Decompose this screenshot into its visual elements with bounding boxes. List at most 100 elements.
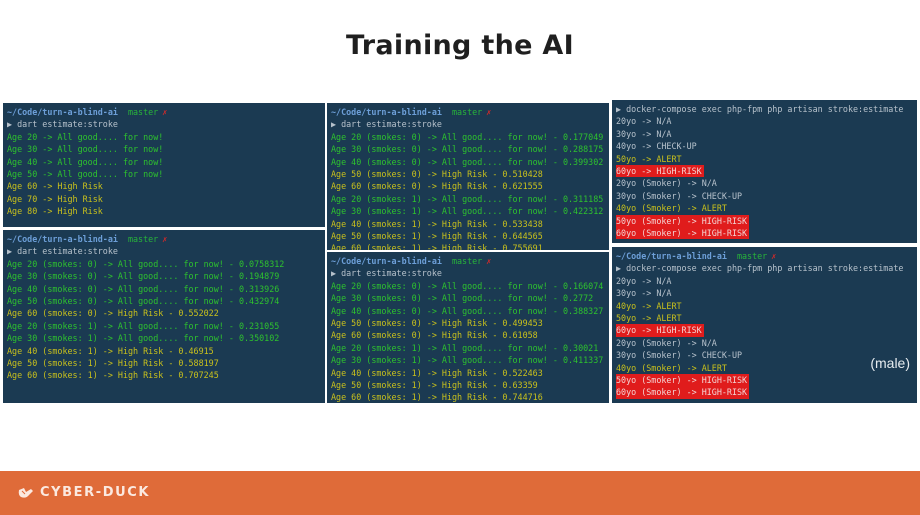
output-text-warning: 50yo -> ALERT: [616, 312, 682, 323]
output-line: Age 30 (smokes: 1) -> All good.... for n…: [7, 332, 321, 344]
terminal-command: ▶ dart estimate:stroke: [7, 246, 118, 257]
output-text-warning: Age 60 (smokes: 0) -> High Risk - 0.6215…: [331, 181, 543, 192]
brand-logo: CYBER-DUCK: [18, 485, 150, 500]
output-text-ok: Age 30 -> All good.... for now!: [7, 144, 164, 155]
output-text-info: 20yo -> N/A: [616, 116, 672, 127]
output-line: 20yo -> N/A: [616, 115, 913, 127]
output-text-warning: Age 50 (smokes: 1) -> High Risk - 0.5881…: [7, 357, 219, 368]
output-text-warning: Age 60 (smokes: 1) -> High Risk - 0.7447…: [331, 392, 543, 403]
output-text-warning: Age 60 (smokes: 0) -> High Risk - 0.5520…: [7, 308, 219, 319]
prompt-path: ~/Code/turn-a-blind-ai: [7, 234, 118, 244]
terminal-command: ▶ dart estimate:stroke: [7, 119, 118, 130]
output-line: Age 60 (smokes: 1) -> High Risk - 0.7447…: [331, 391, 605, 403]
output-line: Age 40 (smokes: 0) -> All good.... for n…: [331, 305, 605, 317]
output-text-ok: Age 40 (smokes: 0) -> All good.... for n…: [331, 305, 604, 316]
output-text-warning: Age 50 (smokes: 1) -> High Risk - 0.6445…: [331, 230, 543, 241]
terminal-command: ▶ dart estimate:stroke: [331, 268, 442, 279]
output-text-ok: Age 30 (smokes: 1) -> All good.... for n…: [7, 333, 280, 344]
output-text-high-risk: 50yo (Smoker) -> HIGH-RISK: [616, 214, 750, 227]
output-text-ok: Age 30 (smokes: 0) -> All good.... for n…: [331, 293, 594, 304]
output-line: Age 30 (smokes: 0) -> All good.... for n…: [7, 270, 321, 282]
duck-logo-icon: [18, 487, 33, 498]
output-line: 30yo -> N/A: [616, 287, 913, 299]
terminal-prompt: ~/Code/turn-a-blind-ai master ✗: [331, 106, 605, 118]
output-text-info: 30yo (Smoker) -> CHECK-UP: [616, 350, 743, 361]
output-text-ok: Age 20 (smokes: 0) -> All good.... for n…: [331, 131, 604, 142]
output-line: 60yo (Smoker) -> HIGH-RISK: [616, 226, 913, 240]
output-line: 30yo (Smoker) -> CHECK-UP: [616, 349, 913, 361]
output-text-warning: Age 60 (smokes: 1) -> High Risk - 0.7072…: [7, 370, 219, 381]
output-text-warning: Age 50 (smokes: 0) -> High Risk - 0.4994…: [331, 317, 543, 328]
slide-title: Training the AI: [346, 30, 574, 61]
output-line: Age 30 (smokes: 1) -> All good.... for n…: [331, 205, 605, 217]
output-line: Age 60 (smokes: 0) -> High Risk - 0.6105…: [331, 329, 605, 341]
output-line: Age 30 (smokes: 1) -> All good.... for n…: [331, 354, 605, 366]
output-line: 40yo -> CHECK-UP: [616, 140, 913, 152]
output-text-high-risk: 60yo (Smoker) -> HIGH-RISK: [616, 386, 750, 399]
git-dirty-icon: ✗: [486, 107, 492, 117]
output-text-high-risk: 60yo -> HIGH-RISK: [616, 324, 704, 337]
output-line: Age 50 (smokes: 0) -> High Risk - 0.5104…: [331, 168, 605, 180]
terminal-command: ▶ docker-compose exec php-fpm php artisa…: [616, 104, 904, 114]
output-line: 60yo -> HIGH-RISK: [616, 164, 913, 178]
output-text-warning: Age 60 (smokes: 1) -> High Risk - 0.7556…: [331, 243, 543, 250]
output-text-warning: 40yo (Smoker) -> ALERT: [616, 362, 727, 373]
terminal-panel-6: ~/Code/turn-a-blind-ai master ✗ ▶ docker-co…: [612, 247, 917, 403]
output-line: Age 40 (smokes: 0) -> All good.... for n…: [331, 156, 605, 168]
output-line: Age 50 -> All good.... for now!: [7, 168, 321, 180]
output-line: Age 20 -> All good.... for now!: [7, 131, 321, 143]
output-text-warning: Age 50 (smokes: 1) -> High Risk - 0.6335…: [331, 379, 538, 390]
output-line: 60yo (Smoker) -> HIGH-RISK: [616, 386, 913, 399]
output-line: Age 40 (smokes: 1) -> High Risk - 0.4691…: [7, 345, 321, 357]
git-branch: master: [451, 107, 483, 117]
output-line: Age 20 (smokes: 0) -> All good.... for n…: [331, 280, 605, 292]
terminal-panel-2: ~/Code/turn-a-blind-ai master ✗ ▶ dart esti…: [3, 230, 325, 403]
output-text-ok: Age 40 -> All good.... for now!: [7, 156, 164, 167]
output-line: 20yo (Smoker) -> N/A: [616, 337, 913, 349]
output-text-warning: Age 80 -> High Risk: [7, 206, 103, 217]
output-line: Age 80 -> High Risk: [7, 205, 321, 217]
prompt-path: ~/Code/turn-a-blind-ai: [616, 251, 727, 261]
output-text-ok: Age 20 -> All good.... for now!: [7, 131, 164, 142]
output-line: Age 20 (smokes: 1) -> All good.... for n…: [331, 342, 605, 354]
output-text-ok: Age 40 (smokes: 0) -> All good.... for n…: [7, 283, 280, 294]
output-text-ok: Age 20 (smokes: 1) -> All good.... for n…: [331, 342, 599, 353]
gender-note: (male): [870, 355, 910, 371]
output-text-warning: 40yo -> ALERT: [616, 300, 682, 311]
output-line: Age 60 (smokes: 1) -> High Risk - 0.7072…: [7, 369, 321, 381]
output-line: 50yo (Smoker) -> HIGH-RISK: [616, 214, 913, 227]
output-text-warning: Age 60 (smokes: 0) -> High Risk - 0.6105…: [331, 330, 538, 341]
output-line: 30yo -> N/A: [616, 128, 913, 140]
output-line: Age 30 (smokes: 0) -> All good.... for n…: [331, 143, 605, 155]
output-line: Age 40 -> All good.... for now!: [7, 156, 321, 168]
terminal-panel-3: ~/Code/turn-a-blind-ai master ✗ ▶ dart esti…: [327, 103, 609, 250]
output-line: Age 30 (smokes: 0) -> All good.... for n…: [331, 292, 605, 304]
output-text-info: 40yo -> CHECK-UP: [616, 141, 697, 152]
output-text-ok: Age 50 (smokes: 0) -> All good.... for n…: [7, 295, 280, 306]
output-text-warning: 50yo -> ALERT: [616, 153, 682, 164]
output-text-high-risk: 60yo -> HIGH-RISK: [616, 164, 704, 178]
output-line: Age 60 (smokes: 0) -> High Risk - 0.6215…: [331, 180, 605, 192]
output-line: Age 60 (smokes: 1) -> High Risk - 0.7556…: [331, 242, 605, 250]
git-branch: master: [127, 107, 159, 117]
output-line: 50yo (Smoker) -> HIGH-RISK: [616, 373, 913, 387]
terminal-command: ▶ docker-compose exec php-fpm php artisa…: [616, 263, 904, 274]
output-text-ok: Age 20 (smokes: 1) -> All good.... for n…: [331, 193, 604, 204]
output-line: Age 20 (smokes: 1) -> All good.... for n…: [7, 320, 321, 332]
git-dirty-icon: ✗: [162, 107, 168, 117]
output-text-ok: Age 40 (smokes: 0) -> All good.... for n…: [331, 156, 604, 167]
output-line: Age 50 (smokes: 1) -> High Risk - 0.6335…: [331, 379, 605, 391]
output-line: Age 50 (smokes: 0) -> All good.... for n…: [7, 295, 321, 307]
prompt-path: ~/Code/turn-a-blind-ai: [331, 256, 442, 266]
output-text-info: 20yo -> N/A: [616, 275, 672, 286]
terminal-panel-4: ~/Code/turn-a-blind-ai master ✗ ▶ dart esti…: [327, 252, 609, 403]
output-text-warning: Age 40 (smokes: 1) -> High Risk - 0.4691…: [7, 345, 214, 356]
terminal-prompt: ~/Code/turn-a-blind-ai master ✗: [616, 250, 913, 262]
output-text-ok: Age 50 -> All good.... for now!: [7, 168, 164, 179]
output-line: Age 30 -> All good.... for now!: [7, 143, 321, 155]
output-line: Age 40 (smokes: 0) -> All good.... for n…: [7, 283, 321, 295]
output-line: Age 60 -> High Risk: [7, 180, 321, 192]
output-text-warning: Age 40 (smokes: 1) -> High Risk - 0.5224…: [331, 367, 543, 378]
terminal-command: ▶ dart estimate:stroke: [331, 119, 442, 130]
output-text-info: 20yo (Smoker) -> N/A: [616, 337, 717, 348]
